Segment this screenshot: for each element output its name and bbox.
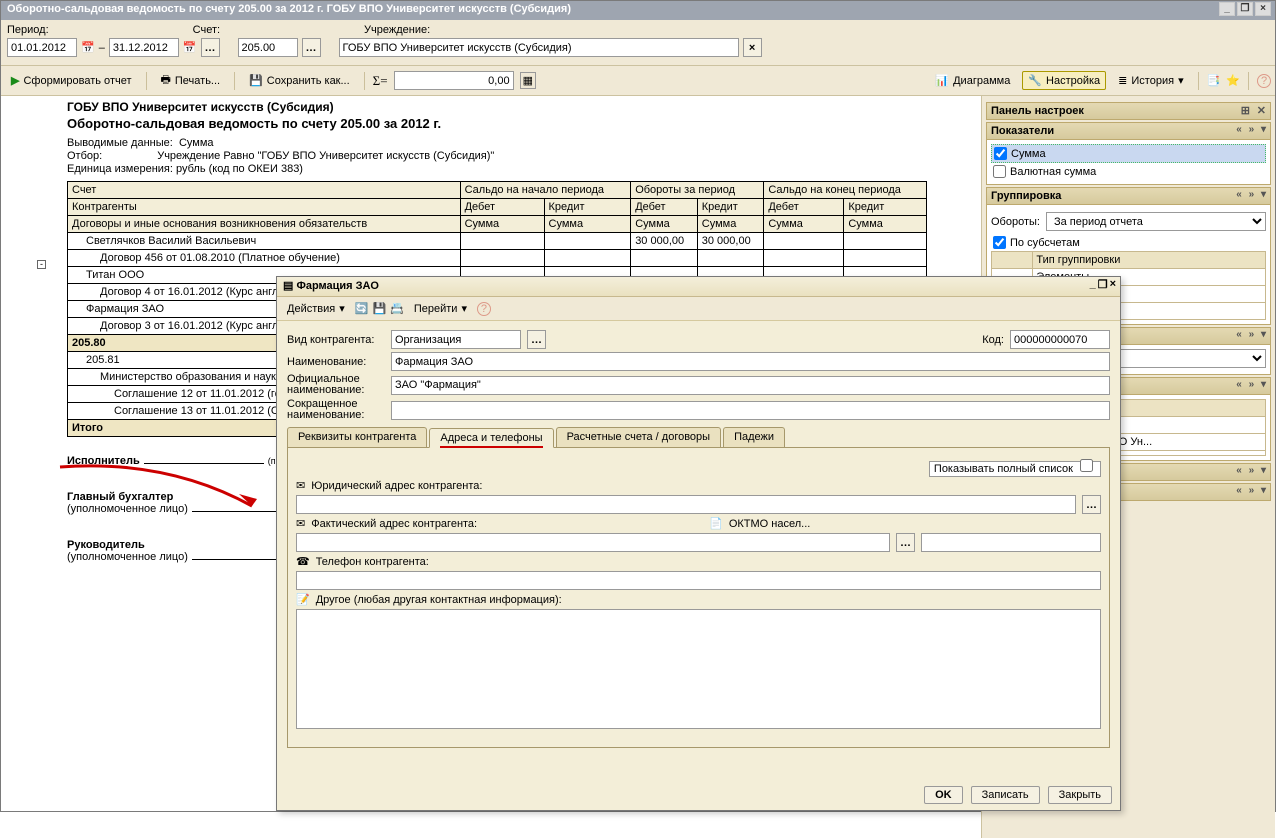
play-icon: ▶ <box>11 74 19 87</box>
vid-ellipsis[interactable]: … <box>527 330 546 349</box>
report-org: ГОБУ ВПО Университет искусств (Субсидия) <box>67 100 975 114</box>
phone-icon: ☎ <box>296 555 310 568</box>
period-ellipsis-button[interactable]: … <box>201 38 220 57</box>
vid-input[interactable] <box>391 330 521 349</box>
modal-title: Фармация ЗАО <box>296 280 378 292</box>
expand-icon[interactable]: ⊞ <box>1241 105 1252 117</box>
summa-checkbox[interactable]: Сумма <box>991 144 1266 163</box>
calc-icon[interactable]: ▦ <box>520 72 536 89</box>
panel-title: Панель настроек ⊞ ✕ <box>986 102 1271 120</box>
oboroty-select[interactable]: За период отчета <box>1046 212 1266 231</box>
calendar-icon[interactable]: 📅 <box>81 41 95 54</box>
kod-input[interactable] <box>1010 330 1110 349</box>
fulllist-checkbox[interactable]: Показывать полный список <box>929 461 1101 477</box>
jur-ellipsis[interactable]: … <box>1082 495 1101 514</box>
note-icon: 📝 <box>296 593 310 606</box>
fakt-address-input[interactable] <box>296 533 890 552</box>
period-label: Период: <box>7 24 49 36</box>
chart-icon: 📊 <box>935 74 949 87</box>
envelope-icon: ✉ <box>296 479 305 492</box>
table-row[interactable]: Светлячков Василий Васильевич30 000,0030… <box>68 233 927 250</box>
write-button[interactable]: Записать <box>971 786 1040 804</box>
pokazateli-header[interactable]: Показатели« » ▾ <box>986 122 1271 140</box>
oktmo-input[interactable] <box>921 533 1101 552</box>
sokr-input[interactable] <box>391 401 1110 420</box>
ok-button[interactable]: OK <box>924 786 963 804</box>
close-panel-icon[interactable]: ✕ <box>1257 105 1268 117</box>
other-textarea[interactable] <box>296 609 1101 729</box>
close-button[interactable]: Закрыть <box>1048 786 1112 804</box>
tab-rekvizity[interactable]: Реквизиты контрагента <box>287 427 427 447</box>
calendar-icon[interactable]: 📅 <box>183 41 197 54</box>
ofnaim-input[interactable] <box>391 376 1110 395</box>
toolbar: ▶ Сформировать отчет 🖶 Печать... 💾 Сохра… <box>1 65 1275 96</box>
schet-label: Счет: <box>193 24 220 36</box>
jur-address-input[interactable] <box>296 495 1076 514</box>
doc-icon: 📄 <box>709 517 723 530</box>
form-report-button[interactable]: ▶ Сформировать отчет <box>5 71 138 90</box>
disk-icon: 💾 <box>249 74 263 87</box>
report-title: Оборотно-сальдовая ведомость по счету 20… <box>67 116 975 131</box>
uchr-clear-button[interactable]: × <box>743 38 762 57</box>
fakt-ellipsis[interactable]: … <box>896 533 915 552</box>
fav-icon[interactable]: 📑 <box>1207 74 1221 87</box>
card-icon[interactable]: 📇 <box>390 302 404 315</box>
diagram-button[interactable]: 📊Диаграмма <box>929 71 1016 90</box>
contractor-modal: ▤ Фармация ЗАО _ ❐ × Действия ▾ 🔄 💾 📇 Пе… <box>276 276 1121 811</box>
naim-input[interactable] <box>391 352 1110 371</box>
uchr-label: Учреждение: <box>364 24 430 36</box>
maximize-icon[interactable]: ❐ <box>1237 2 1253 16</box>
params-panel: Период: Счет: Учреждение: 📅 – 📅 … … × <box>1 20 1275 65</box>
schet-ellipsis-button[interactable]: … <box>302 38 321 57</box>
print-button[interactable]: 🖶 Печать... <box>155 68 227 93</box>
period-to-input[interactable] <box>109 38 179 57</box>
fav2-icon[interactable]: ⭐ <box>1226 74 1240 87</box>
tab-scheta[interactable]: Расчетные счета / договоры <box>556 427 722 447</box>
minimize-icon[interactable]: _ <box>1219 2 1235 16</box>
wrench-icon: 🔧 <box>1028 74 1042 87</box>
modal-close-icon[interactable]: × <box>1110 278 1116 291</box>
goto-menu[interactable]: Перейти ▾ <box>408 299 473 318</box>
tab-padezhi[interactable]: Падежи <box>723 427 785 447</box>
help-icon[interactable]: ? <box>477 302 491 316</box>
refresh-icon[interactable]: 🔄 <box>355 302 369 315</box>
tab-adresa[interactable]: Адреса и телефоны <box>429 428 553 448</box>
history-button[interactable]: ≣История▾ <box>1112 71 1189 90</box>
sum-input[interactable] <box>394 71 514 90</box>
settings-button[interactable]: 🔧Настройка <box>1022 71 1106 90</box>
main-title: Оборотно-сальдовая ведомость по счету 20… <box>7 3 571 15</box>
list-icon: ≣ <box>1118 74 1127 87</box>
period-from-input[interactable] <box>7 38 77 57</box>
doc-icon: ▤ <box>283 280 293 292</box>
valsum-checkbox[interactable]: Валютная сумма <box>991 163 1266 180</box>
modal-min-icon[interactable]: _ <box>1090 278 1096 291</box>
table-row[interactable]: Договор 456 от 01.08.2010 (Платное обуче… <box>68 250 927 267</box>
grp-header[interactable]: Группировка« » ▾ <box>986 187 1271 205</box>
tree-toggle[interactable]: - <box>37 260 46 269</box>
modal-max-icon[interactable]: ❐ <box>1098 278 1108 291</box>
sigma-icon: Σ= <box>373 73 388 89</box>
tel-input[interactable] <box>296 571 1101 590</box>
main-titlebar: Оборотно-сальдовая ведомость по счету 20… <box>1 1 1275 20</box>
uchr-input[interactable] <box>339 38 739 57</box>
schet-input[interactable] <box>238 38 298 57</box>
posub-checkbox[interactable]: По субсчетам <box>991 234 1266 251</box>
printer-icon: 🖶 <box>161 71 171 90</box>
envelope-icon: ✉ <box>296 517 305 530</box>
save-icon[interactable]: 💾 <box>372 302 386 315</box>
save-as-button[interactable]: 💾 Сохранить как... <box>243 71 356 90</box>
help-icon[interactable]: ? <box>1257 74 1271 88</box>
actions-menu[interactable]: Действия ▾ <box>281 299 351 318</box>
close-icon[interactable]: × <box>1255 2 1271 16</box>
